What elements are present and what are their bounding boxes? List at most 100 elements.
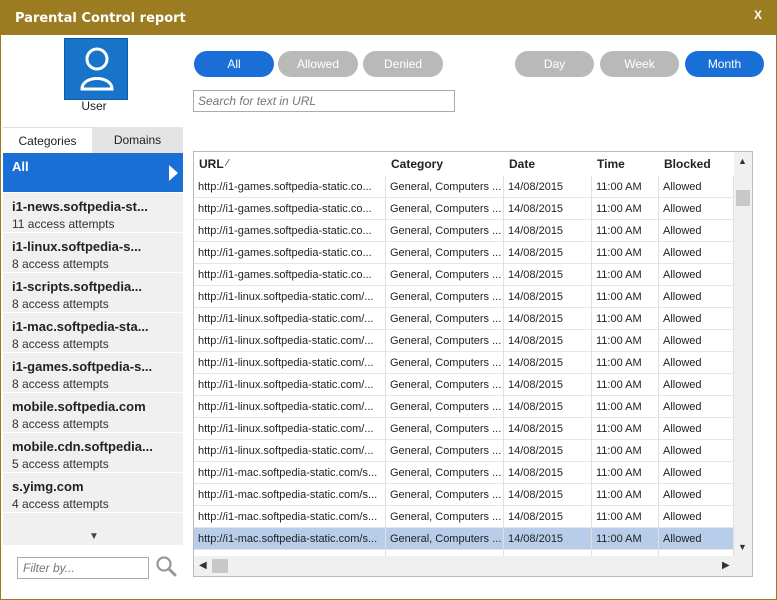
table-row[interactable]: http://i1-mac.softpedia-static.com/s...G… — [194, 506, 734, 528]
list-item[interactable]: i1-games.softpedia-s... 8 access attempt… — [3, 353, 183, 393]
table-row[interactable]: http://i1-linux.softpedia-static.com/...… — [194, 440, 734, 462]
cell-blocked: Allowed — [659, 264, 734, 286]
report-table: URL ⁄ Category Date Time Blocked http://… — [193, 151, 753, 577]
cell-time: 11:00 AM — [592, 440, 659, 462]
list-item[interactable]: i1-mac.softpedia-sta... 8 access attempt… — [3, 313, 183, 353]
filter-input[interactable] — [17, 557, 149, 579]
column-url[interactable]: URL ⁄ — [194, 152, 386, 176]
column-url-label: URL — [199, 157, 224, 171]
cell-url: http://i1-games.softpedia-static.co... — [194, 264, 386, 286]
filter-denied-button[interactable]: Denied — [363, 51, 443, 77]
scroll-down-icon[interactable]: ▼ — [738, 542, 747, 552]
close-icon[interactable]: X — [754, 8, 762, 22]
user-avatar[interactable] — [64, 38, 128, 100]
left-panel: User Categories Domains All i1-news.soft… — [3, 35, 183, 599]
cell-url: http://i1-games.softpedia-static.co... — [194, 176, 386, 198]
period-week-button[interactable]: Week — [600, 51, 679, 77]
table-row[interactable]: http://i1-games.softpedia-static.co... Ge… — [194, 242, 734, 264]
cell-blocked: Allowed — [659, 286, 734, 308]
table-row[interactable]: http://i1-linux.softpedia-static.com/...… — [194, 418, 734, 440]
cell-time: 11:00 AM — [592, 396, 659, 418]
tab-domains[interactable]: Domains — [92, 127, 183, 153]
table-body: http://i1-games.softpedia-static.co... Ge… — [194, 176, 734, 572]
cell-url: http://i1-mac.softpedia-static.com/s... — [194, 528, 386, 550]
scroll-corner — [734, 556, 752, 576]
cell-category: General, Computers ... — [386, 220, 504, 242]
list-item-count: 5 access attempts — [12, 457, 109, 471]
cell-blocked: Allowed — [659, 352, 734, 374]
table-row[interactable]: http://i1-linux.softpedia-static.com/...… — [194, 286, 734, 308]
chevron-right-icon — [169, 165, 178, 181]
parental-control-window: Parental Control report X User Categorie… — [0, 0, 777, 600]
cell-category: General, Computers ... — [386, 330, 504, 352]
cell-url: http://i1-linux.softpedia-static.com/... — [194, 308, 386, 330]
column-blocked[interactable]: Blocked — [659, 152, 734, 176]
scrollbar-thumb[interactable] — [736, 190, 750, 206]
cell-url: http://i1-linux.softpedia-static.com/... — [194, 440, 386, 462]
cell-blocked: Allowed — [659, 506, 734, 528]
list-item[interactable]: i1-scripts.softpedia... 8 access attempt… — [3, 273, 183, 313]
list-item-name: i1-mac.softpedia-sta... — [12, 319, 149, 334]
cell-date: 14/08/2015 — [504, 242, 592, 264]
cell-date: 14/08/2015 — [504, 440, 592, 462]
cell-category: General, Computers ... — [386, 484, 504, 506]
scroll-down-icon[interactable]: ▼ — [89, 531, 99, 542]
table-row[interactable]: http://i1-linux.softpedia-static.com/...… — [194, 352, 734, 374]
table-row[interactable]: http://i1-games.softpedia-static.co... Ge… — [194, 264, 734, 286]
table-row[interactable]: http://i1-games.softpedia-static.co... Ge… — [194, 198, 734, 220]
filter-all-button[interactable]: All — [194, 51, 274, 77]
table-row[interactable]: http://i1-mac.softpedia-static.com/s...G… — [194, 462, 734, 484]
scroll-left-icon[interactable]: ◀ — [199, 560, 207, 571]
cell-url: http://i1-mac.softpedia-static.com/s... — [194, 484, 386, 506]
scrollbar-thumb[interactable] — [212, 559, 228, 573]
cell-category: General, Computers ... — [386, 506, 504, 528]
cell-date: 14/08/2015 — [504, 396, 592, 418]
cell-date: 14/08/2015 — [504, 286, 592, 308]
list-item[interactable]: All — [3, 153, 183, 193]
column-time[interactable]: Time — [592, 152, 659, 176]
table-row[interactable]: http://i1-games.softpedia-static.co... Ge… — [194, 176, 734, 198]
table-row[interactable]: http://i1-linux.softpedia-static.com/...… — [194, 308, 734, 330]
list-item[interactable]: i1-linux.softpedia-s... 8 access attempt… — [3, 233, 183, 273]
table-row[interactable]: http://i1-mac.softpedia-static.com/s...G… — [194, 528, 734, 550]
filter-allowed-button[interactable]: Allowed — [278, 51, 358, 77]
list-item-count: 8 access attempts — [12, 337, 109, 351]
cell-blocked: Allowed — [659, 440, 734, 462]
cell-category: General, Computers ... — [386, 440, 504, 462]
cell-url: http://i1-linux.softpedia-static.com/... — [194, 418, 386, 440]
scroll-up-icon[interactable]: ▲ — [738, 156, 747, 166]
tab-categories[interactable]: Categories — [3, 127, 92, 153]
cell-time: 11:00 AM — [592, 418, 659, 440]
cell-url: http://i1-linux.softpedia-static.com/... — [194, 374, 386, 396]
list-item[interactable]: i1-news.softpedia-st... 11 access attemp… — [3, 193, 183, 233]
table-row[interactable]: http://i1-linux.softpedia-static.com/...… — [194, 330, 734, 352]
vertical-scrollbar[interactable]: ▲ ▼ — [734, 152, 752, 556]
cell-time: 11:00 AM — [592, 330, 659, 352]
list-item[interactable]: mobile.softpedia.com 8 access attempts — [3, 393, 183, 433]
table-row[interactable]: http://i1-linux.softpedia-static.com/...… — [194, 396, 734, 418]
cell-time: 11:00 AM — [592, 220, 659, 242]
list-item-name: i1-games.softpedia-s... — [12, 359, 153, 374]
table-row[interactable]: http://i1-linux.softpedia-static.com/...… — [194, 374, 734, 396]
url-search-input[interactable] — [193, 90, 455, 112]
period-month-button[interactable]: Month — [685, 51, 764, 77]
list-item-count: 11 access attempts — [12, 217, 115, 231]
list-item-name: All — [12, 159, 29, 174]
column-date[interactable]: Date — [504, 152, 592, 176]
horizontal-scrollbar[interactable]: ◀ ▶ — [194, 556, 734, 576]
cell-date: 14/08/2015 — [504, 220, 592, 242]
table-row[interactable]: http://i1-games.softpedia-static.co... Ge… — [194, 220, 734, 242]
list-item[interactable]: mobile.cdn.softpedia... 5 access attempt… — [3, 433, 183, 473]
cell-date: 14/08/2015 — [504, 308, 592, 330]
list-item-name: i1-linux.softpedia-s... — [12, 239, 142, 254]
cell-blocked: Allowed — [659, 330, 734, 352]
cell-category: General, Computers ... — [386, 198, 504, 220]
list-item-count: 8 access attempts — [12, 297, 109, 311]
scroll-right-icon[interactable]: ▶ — [722, 560, 730, 571]
period-day-button[interactable]: Day — [515, 51, 594, 77]
column-category[interactable]: Category — [386, 152, 504, 176]
table-row[interactable]: http://i1-mac.softpedia-static.com/s...G… — [194, 484, 734, 506]
list-item[interactable]: s.yimg.com 4 access attempts — [3, 473, 183, 513]
search-icon[interactable] — [155, 555, 177, 577]
cell-date: 14/08/2015 — [504, 462, 592, 484]
